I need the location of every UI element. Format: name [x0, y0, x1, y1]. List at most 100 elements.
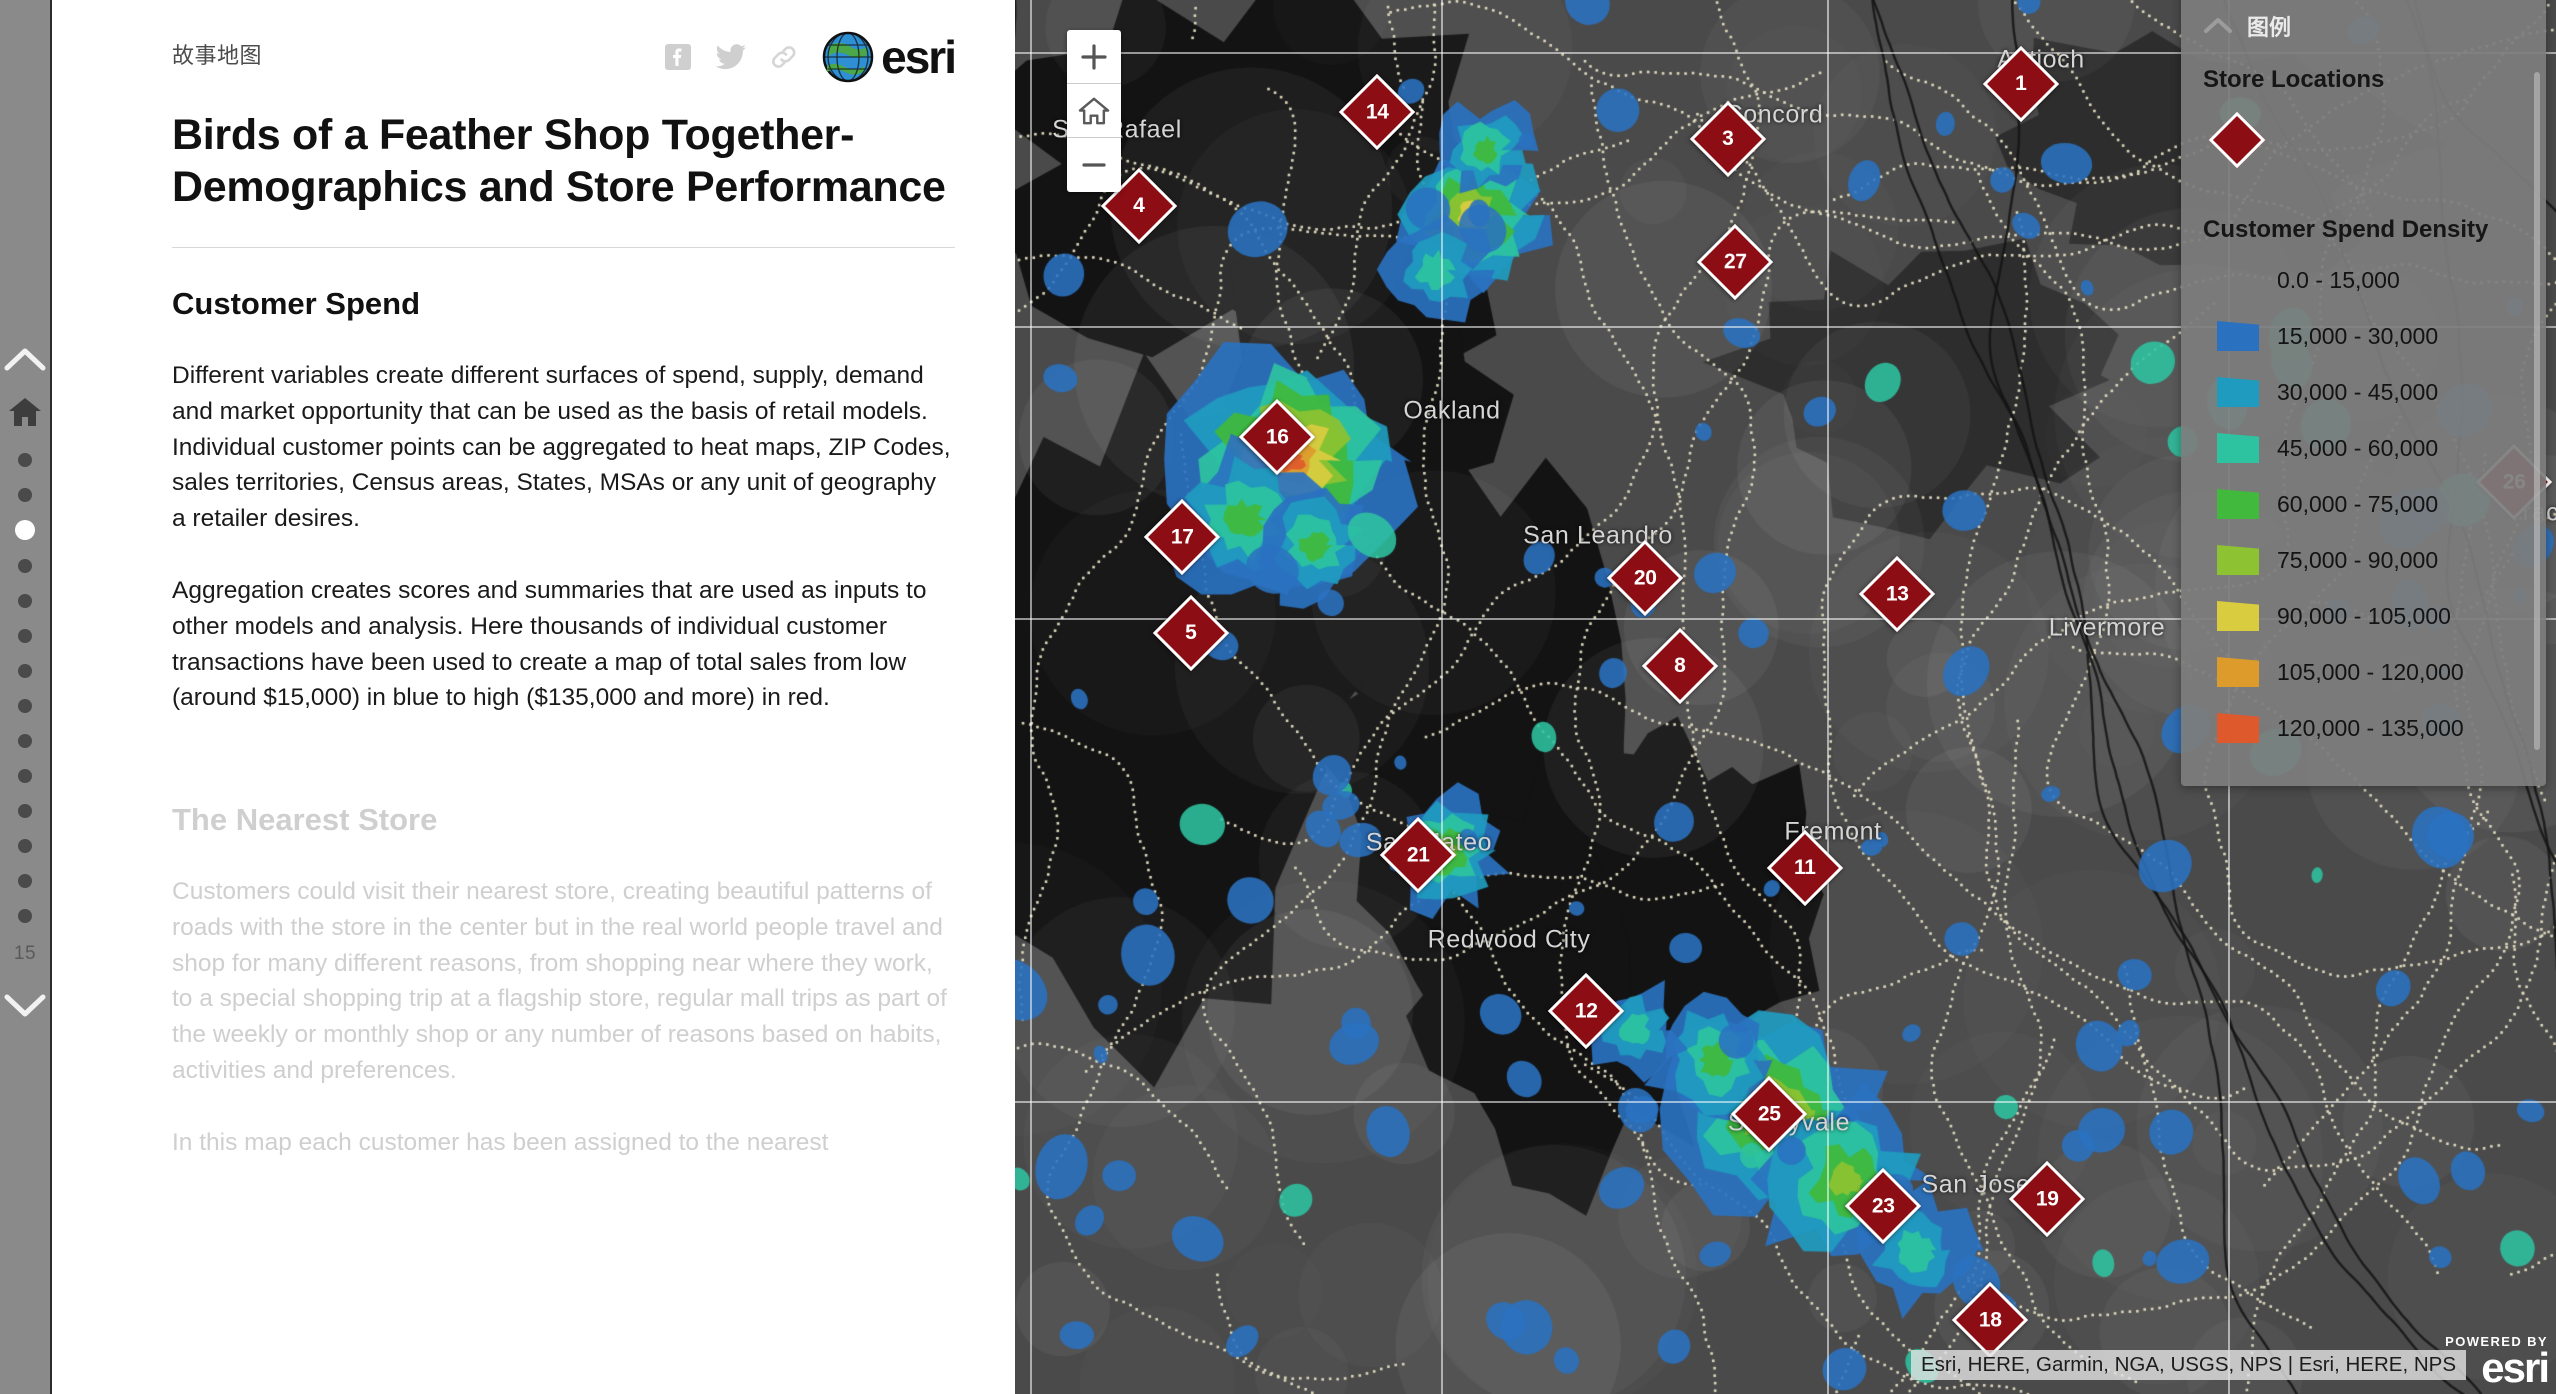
page-title: Birds of a Feather Shop Together- Demogr… — [172, 111, 946, 211]
twitter-share-icon[interactable] — [715, 43, 747, 71]
legend-class-row: 45,000 - 60,000 — [2203, 420, 2524, 476]
legend-class-row: 30,000 - 45,000 — [2203, 364, 2524, 420]
legend-swatch-icon — [2217, 377, 2259, 407]
map-zoom-in-button[interactable] — [1067, 30, 1121, 84]
legend-layer-title-stores: Store Locations — [2203, 66, 2385, 93]
nav-home-button[interactable] — [8, 396, 42, 428]
section-dot-list — [15, 442, 35, 933]
store-marker-label: 27 — [1723, 249, 1747, 273]
diamond-marker-icon — [2208, 111, 2266, 169]
section-dot-7[interactable] — [18, 663, 32, 678]
legend-swatch-icon — [2217, 489, 2259, 519]
legend-class-row: 0.0 - 15,000 — [2203, 252, 2524, 308]
legend-class-row: 105,000 - 120,000 — [2203, 644, 2524, 700]
story-panel[interactable]: 故事地图 esri Birds of a Feather Shop Togeth… — [52, 0, 1015, 1394]
legend-scrollbar[interactable] — [2534, 72, 2540, 750]
store-marker-label: 1 — [2015, 71, 2027, 95]
chevron-up-icon — [4, 348, 46, 371]
store-marker-label: 17 — [1170, 524, 1194, 548]
section-dot-5[interactable] — [18, 593, 32, 608]
legend-class-label: 105,000 - 120,000 — [2277, 658, 2464, 685]
story-map-app: 15 故事地图 esri Birds of a Feather Shop Tog… — [0, 0, 2556, 1394]
esri-wordmark: esri — [881, 31, 957, 83]
legend-class-label: 90,000 - 105,000 — [2277, 602, 2451, 629]
legend-collapse-header[interactable]: 图例 — [2181, 6, 2546, 54]
map-canvas[interactable]: AntiochConcordSan RafaelOaklandSan Leand… — [1015, 0, 2556, 1394]
store-marker-label: 25 — [1757, 1101, 1781, 1125]
store-marker-label: 20 — [1633, 565, 1657, 589]
section-1-paragraph-1: Different variables create different sur… — [172, 362, 951, 533]
esri-globe-icon — [822, 31, 874, 83]
chevron-up-icon — [2204, 18, 2232, 33]
legend-class-row: 90,000 - 105,000 — [2203, 588, 2524, 644]
section-dot-4[interactable] — [18, 558, 32, 573]
section-dot-10[interactable] — [18, 768, 32, 783]
section-dot-3[interactable] — [15, 520, 35, 540]
legend-class-label: 30,000 - 45,000 — [2277, 378, 2439, 405]
legend-swatch-icon — [2217, 601, 2259, 631]
section-heading-1: Customer Spend — [172, 286, 421, 322]
store-marker-label: 8 — [1674, 653, 1686, 677]
legend-class-label: 60,000 - 75,000 — [2277, 490, 2439, 517]
section-dot-9[interactable] — [18, 733, 32, 748]
section-count-label: 15 — [13, 943, 37, 964]
esri-wordmark-map: esri — [2481, 1344, 2550, 1392]
section-dot-6[interactable] — [18, 628, 32, 643]
section-dot-12[interactable] — [18, 838, 32, 853]
section-dot-14[interactable] — [18, 908, 32, 923]
home-icon — [9, 398, 41, 426]
map-zoom-out-button[interactable] — [1067, 138, 1121, 192]
section-dot-2[interactable] — [18, 487, 32, 502]
store-marker-label: 16 — [1265, 424, 1289, 448]
map-legend-panel[interactable]: 图例 Store Locations Customer Spend Densit… — [2181, 0, 2546, 786]
section-dot-13[interactable] — [18, 873, 32, 888]
store-marker-label: 19 — [2035, 1186, 2059, 1210]
section-dot-11[interactable] — [18, 803, 32, 818]
store-marker-label: 12 — [1574, 998, 1598, 1022]
section-1-paragraph-2: Aggregation creates scores and summaries… — [172, 577, 927, 712]
section-dot-1[interactable] — [18, 452, 32, 467]
map-zoom-controls — [1067, 30, 1121, 192]
legend-swatch-icon — [2217, 657, 2259, 687]
legend-swatch-icon — [2217, 265, 2259, 295]
store-marker-label: 13 — [1885, 581, 1909, 605]
store-marker-label: 21 — [1406, 842, 1430, 866]
store-marker-label: 14 — [1365, 99, 1389, 123]
legend-scroll-area: Store Locations Customer Spend Density 0… — [2181, 66, 2546, 756]
nav-scroll-up-button[interactable] — [2, 338, 48, 384]
legend-class-list: 0.0 - 15,000 15,000 - 30,000 30,000 - 45,0… — [2203, 252, 2524, 756]
legend-class-label: 120,000 - 135,000 — [2277, 714, 2464, 741]
store-marker-label: 4 — [1133, 193, 1145, 217]
store-marker-label: 5 — [1185, 620, 1197, 644]
story-header: 故事地图 esri Birds of a Feather Shop Togeth… — [52, 0, 1015, 247]
nav-scroll-down-button[interactable] — [2, 981, 48, 1027]
legend-class-row: 75,000 - 90,000 — [2203, 532, 2524, 588]
legend-layer-title-density: Customer Spend Density — [2203, 216, 2489, 243]
legend-swatch-icon — [2217, 545, 2259, 575]
map-gridline-v2 — [1441, 0, 1443, 1394]
header-divider — [172, 247, 955, 249]
section-heading-2: The Nearest Store — [172, 802, 438, 838]
minus-icon — [1082, 163, 1106, 167]
map-gridline-v1 — [1030, 0, 1032, 1394]
legend-class-label: 15,000 - 30,000 — [2277, 322, 2439, 349]
store-marker-label: 11 — [1794, 855, 1816, 879]
section-2-paragraph-2: In this map each customer has been assig… — [172, 1128, 829, 1156]
facebook-share-icon[interactable] — [663, 42, 693, 72]
store-marker-label: 18 — [1978, 1307, 2002, 1331]
section-dot-8[interactable] — [18, 698, 32, 713]
plus-icon — [1081, 43, 1107, 70]
chevron-down-icon — [4, 994, 46, 1017]
legend-swatch-icon — [2217, 713, 2259, 743]
link-share-icon[interactable] — [769, 43, 799, 71]
esri-logo[interactable]: esri — [821, 30, 957, 84]
legend-swatch-icon — [2217, 433, 2259, 463]
store-marker-label: 3 — [1722, 126, 1734, 150]
store-marker-label: 23 — [1871, 1193, 1895, 1217]
home-icon — [1078, 97, 1110, 124]
section-nav-rail: 15 — [0, 0, 52, 1394]
legend-store-symbol-row — [2203, 94, 2524, 204]
story-kicker: 故事地图 — [172, 43, 263, 68]
legend-class-label: 75,000 - 90,000 — [2277, 546, 2439, 573]
map-home-button[interactable] — [1067, 84, 1121, 138]
